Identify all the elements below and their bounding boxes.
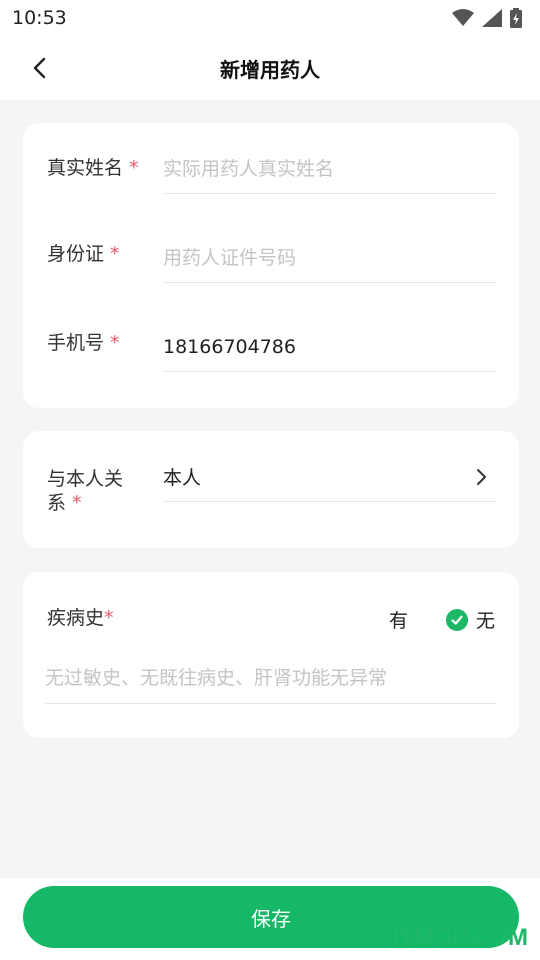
required-mark: * — [110, 332, 120, 354]
phone-input[interactable] — [163, 335, 496, 358]
status-time: 10:53 — [12, 7, 67, 29]
required-mark: * — [110, 243, 120, 265]
name-input[interactable] — [163, 157, 496, 180]
medical-history-card: 疾病史* 有 无 — [23, 572, 519, 738]
battery-charging-icon — [510, 8, 522, 28]
chevron-left-icon — [33, 57, 46, 79]
personal-info-card: 真实姓名* 身份证* 手机号* — [23, 123, 519, 408]
wifi-icon — [452, 9, 474, 26]
required-mark: * — [104, 607, 114, 629]
relation-value: 本人 — [163, 467, 202, 489]
radio-label: 有 — [388, 610, 408, 632]
id-card-field — [163, 233, 496, 283]
relation-select[interactable]: 本人 — [163, 452, 496, 502]
radio-option-yes[interactable]: 有 — [389, 606, 408, 633]
check-circle-icon — [445, 608, 468, 631]
radio-label: 无 — [475, 610, 495, 632]
system-icons — [452, 8, 522, 28]
page-title: 新增用药人 — [220, 57, 320, 82]
status-bar: 10:53 — [0, 0, 540, 36]
phone-label: 手机号 * — [47, 332, 120, 354]
radio-option-no[interactable]: 无 — [445, 606, 495, 633]
history-label: 疾病史* — [47, 607, 114, 629]
phone-field — [163, 322, 496, 372]
chevron-right-icon — [477, 468, 486, 485]
history-radio-group: 有 无 — [389, 606, 495, 633]
back-button[interactable] — [26, 52, 54, 84]
required-mark: * — [129, 157, 139, 179]
app-header: 新增用药人 — [0, 36, 540, 100]
relation-card: 与本人关 系 * 本人 — [23, 431, 519, 548]
name-field — [163, 144, 496, 194]
id-card-input[interactable] — [163, 246, 496, 269]
required-mark: * — [72, 492, 82, 514]
id-card-label: 身份证 * — [47, 243, 120, 265]
history-input[interactable] — [45, 666, 496, 689]
name-label: 真实姓名 * — [47, 157, 139, 179]
signal-icon — [482, 9, 502, 27]
relation-label: 与本人关 系 * — [47, 468, 124, 514]
watermark-logo: ITMOP.COM — [392, 924, 528, 951]
history-field — [45, 652, 496, 704]
